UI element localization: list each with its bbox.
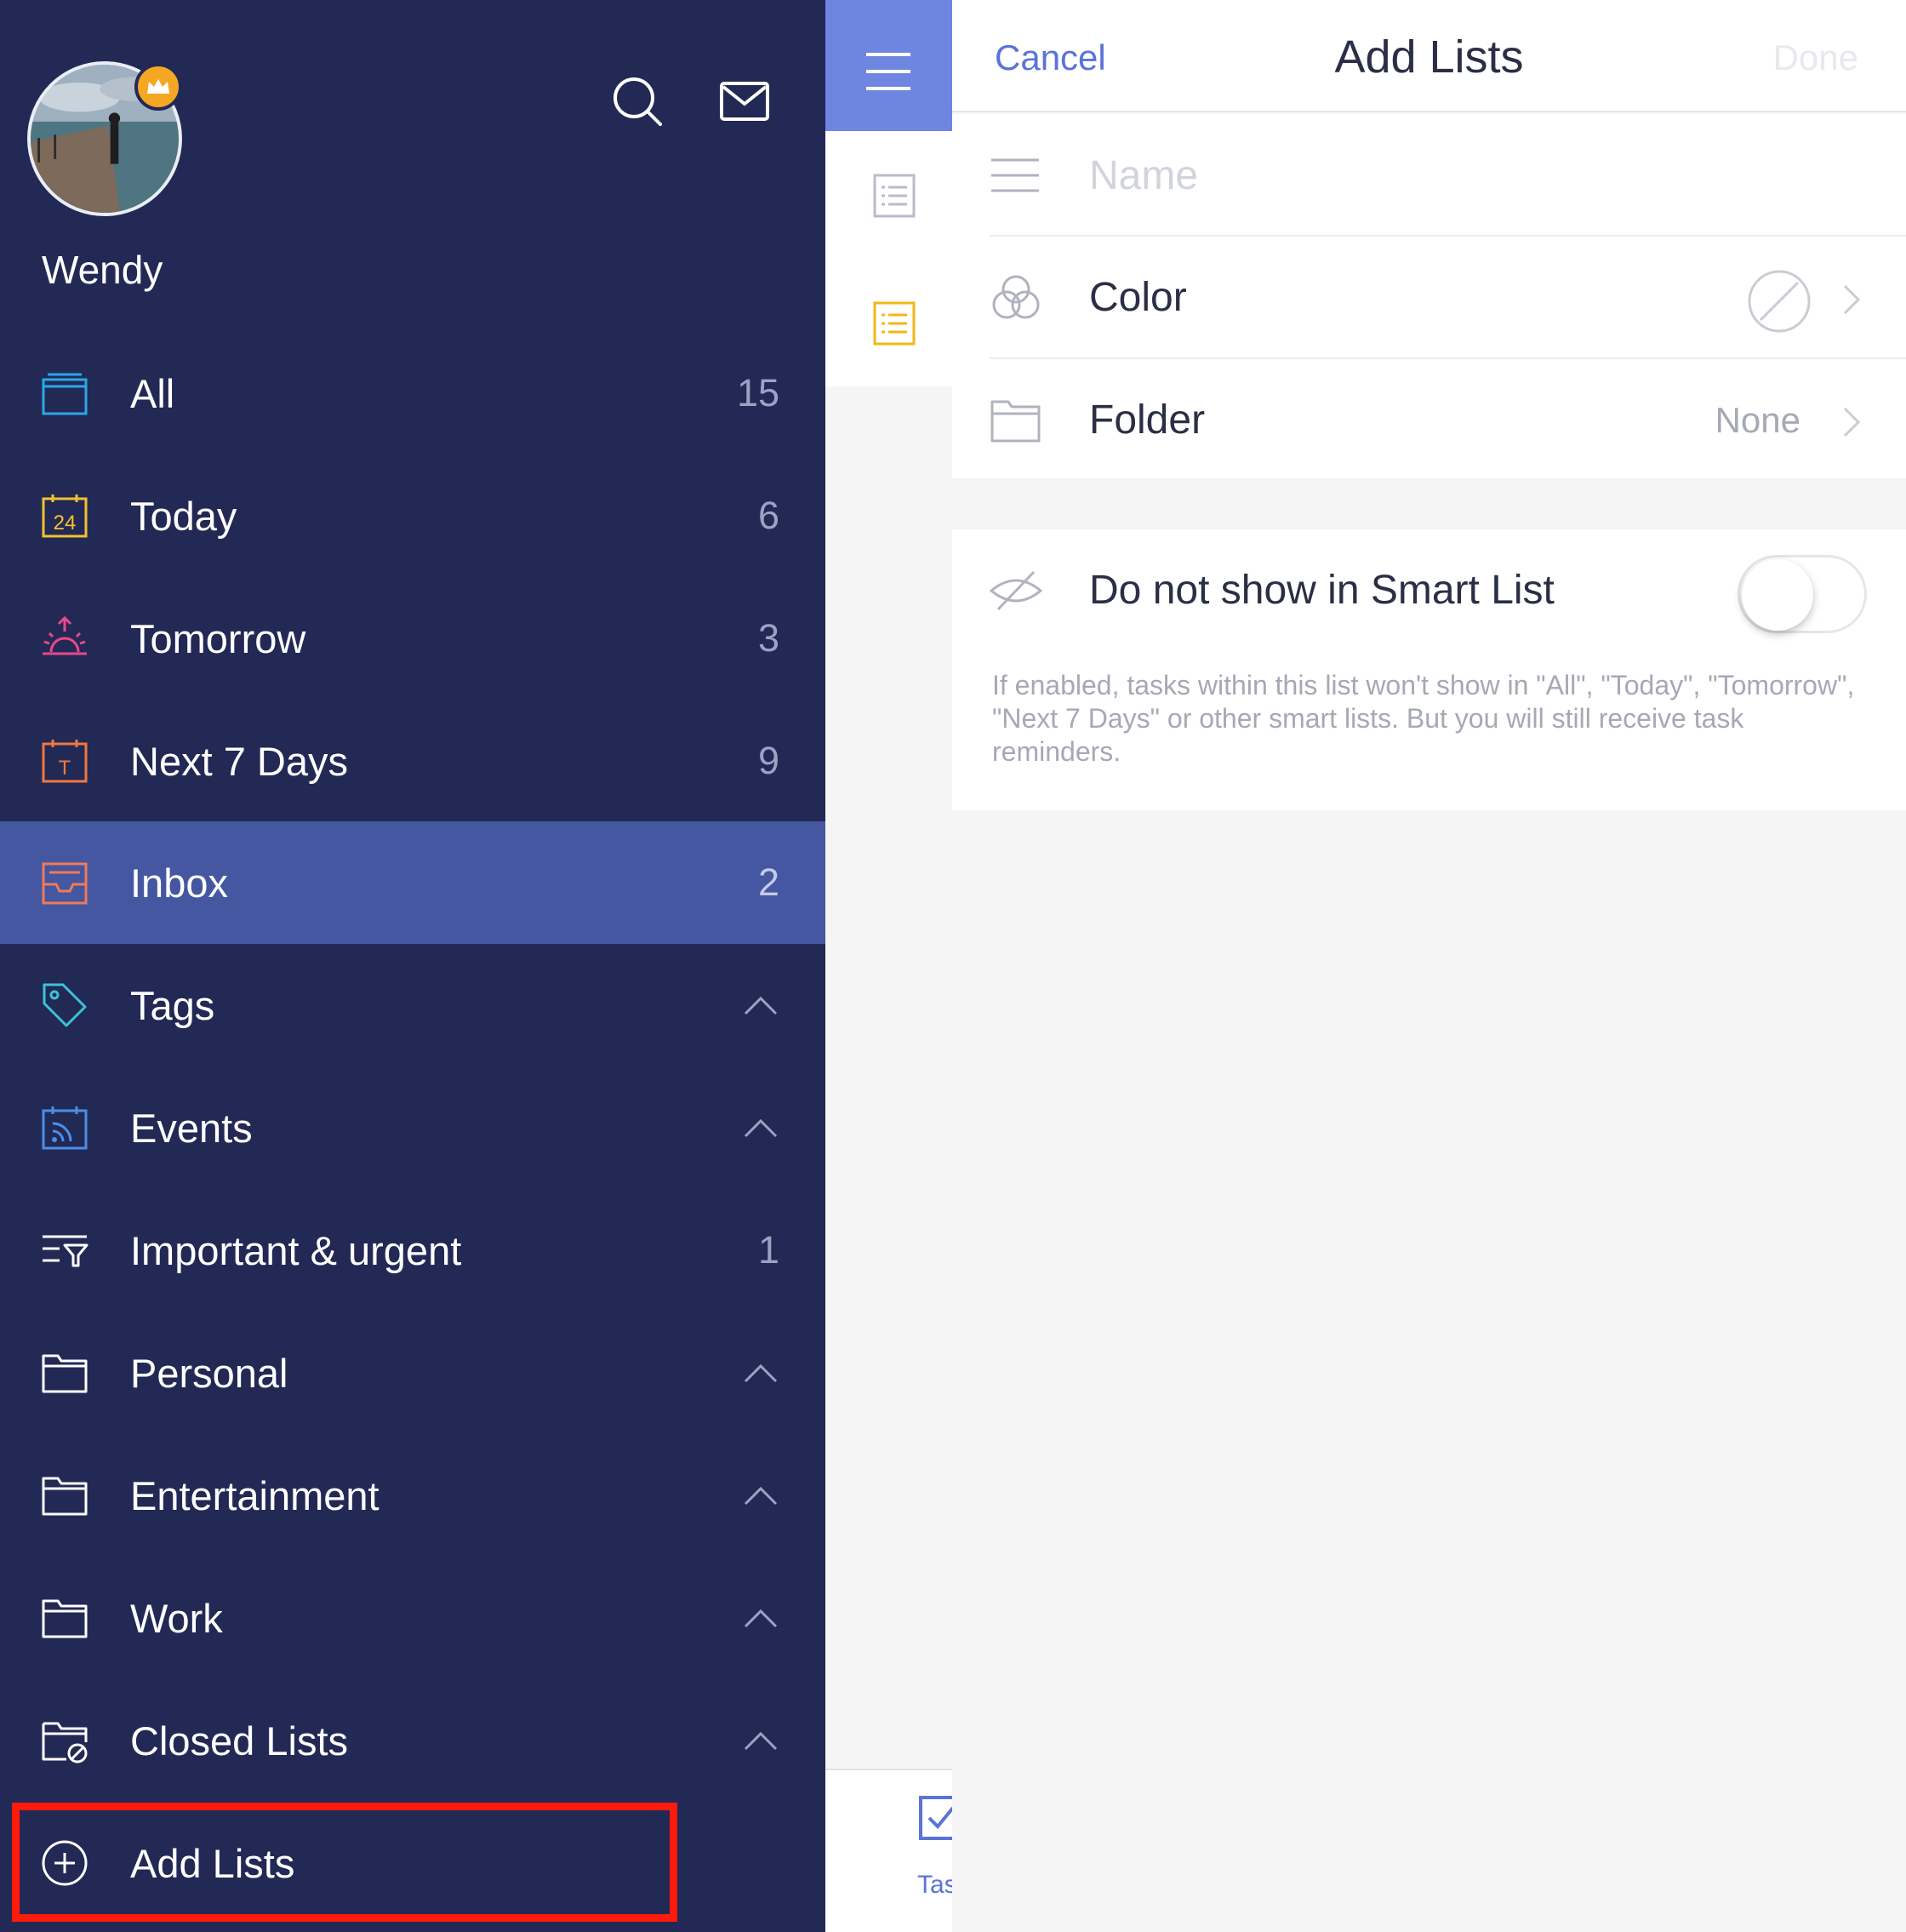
name-row xyxy=(990,114,1906,237)
folder-icon xyxy=(41,1349,88,1397)
nav-item-tomorrow[interactable]: Tomorrow 3 xyxy=(0,577,825,700)
color-circles-icon xyxy=(990,272,1042,323)
color-row[interactable]: Color xyxy=(990,237,1906,359)
add-lists-panel: Add Lists Cancel Done Color xyxy=(952,0,1906,1903)
nav-label: Work xyxy=(130,1595,223,1641)
panel-header: Add Lists Cancel Done xyxy=(952,0,1906,112)
nav-label: Events xyxy=(130,1105,253,1151)
all-lists-icon xyxy=(41,369,88,417)
nav-item-important-urgent[interactable]: Important & urgent 1 xyxy=(0,1189,825,1312)
search-icon[interactable] xyxy=(611,75,664,128)
nav-label: All xyxy=(130,370,175,416)
nav-count: 9 xyxy=(757,739,779,782)
chevron-up-icon[interactable] xyxy=(744,1608,778,1628)
sunrise-icon xyxy=(41,614,88,662)
chevron-up-icon[interactable] xyxy=(744,1730,778,1751)
nav-count: 2 xyxy=(757,860,779,904)
list-icons-area xyxy=(825,131,952,386)
crown-badge-icon xyxy=(134,63,182,111)
chevron-up-icon[interactable] xyxy=(744,995,778,1015)
chevron-right-icon xyxy=(1841,405,1862,439)
week-icon-letter: T xyxy=(59,757,71,780)
closed-folder-icon xyxy=(41,1717,88,1764)
nav-count: 15 xyxy=(736,371,779,414)
highlight-box xyxy=(12,1803,677,1922)
nav-count: 3 xyxy=(757,616,779,660)
list-icon-selected[interactable] xyxy=(873,301,916,346)
folder-value: None xyxy=(1715,400,1800,440)
tag-icon xyxy=(41,981,88,1029)
list-strip: Tas xyxy=(825,0,962,1932)
folder-icon xyxy=(990,395,1042,446)
menu-header xyxy=(825,0,952,131)
smart-list-toggle[interactable] xyxy=(1738,555,1867,633)
nav-item-entertainment[interactable]: Entertainment xyxy=(0,1434,825,1557)
nav-label: Next 7 Days xyxy=(130,738,348,784)
done-button[interactable]: Done xyxy=(1773,37,1858,78)
nav-label: Today xyxy=(130,493,237,539)
eye-hidden-icon xyxy=(990,565,1042,616)
nav-label: Entertainment xyxy=(130,1472,379,1518)
nav-item-all[interactable]: All 15 xyxy=(0,332,825,454)
chevron-right-icon xyxy=(1841,283,1862,317)
lines-icon xyxy=(990,150,1042,201)
chevron-up-icon[interactable] xyxy=(744,1485,778,1506)
nav-label: Inbox xyxy=(130,860,228,906)
today-icon-number: 24 xyxy=(54,512,77,534)
filter-list-icon xyxy=(41,1226,88,1274)
no-color-swatch-icon[interactable] xyxy=(1747,269,1812,334)
nav-item-today[interactable]: 24 Today 6 xyxy=(0,454,825,577)
folder-row[interactable]: Folder None xyxy=(990,359,1906,482)
cancel-button[interactable]: Cancel xyxy=(995,37,1106,78)
calendar-feed-icon xyxy=(41,1104,88,1152)
list-icon[interactable] xyxy=(873,174,916,218)
folder-icon xyxy=(41,1594,88,1642)
nav-item-inbox[interactable]: Inbox 2 xyxy=(0,821,825,944)
smart-list-hint: If enabled, tasks within this list won't… xyxy=(992,670,1855,767)
sidebar: Wendy All 15 24 Today 6 Tomorrow 3 T Nex… xyxy=(0,0,825,1932)
nav-label: Closed Lists xyxy=(130,1718,348,1763)
list-form: Color Folder None xyxy=(952,114,1906,478)
nav-label: Tomorrow xyxy=(130,615,306,661)
nav-label: Important & urgent xyxy=(130,1227,462,1273)
nav-count: 6 xyxy=(757,494,779,537)
nav-item-next-7-days[interactable]: T Next 7 Days 9 xyxy=(0,700,825,822)
smart-list-section: Do not show in Smart List If enabled, ta… xyxy=(952,529,1906,810)
smart-list-label: Do not show in Smart List xyxy=(1089,568,1555,613)
nav-item-work[interactable]: Work xyxy=(0,1557,825,1679)
nav-label: Personal xyxy=(130,1350,288,1396)
calendar-today-icon: 24 xyxy=(41,492,88,540)
folder-icon xyxy=(41,1472,88,1519)
smart-list-row: Do not show in Smart List xyxy=(990,529,1906,652)
chevron-up-icon[interactable] xyxy=(744,1363,778,1383)
folder-label: Folder xyxy=(1089,397,1206,443)
nav-label: Tags xyxy=(130,982,215,1028)
nav-count: 1 xyxy=(757,1228,779,1272)
tab-tasks-label[interactable]: Tas xyxy=(917,1871,952,1900)
nav-item-tags[interactable]: Tags xyxy=(0,944,825,1066)
toggle-knob xyxy=(1742,559,1813,631)
nav-item-closed-lists[interactable]: Closed Lists xyxy=(0,1679,825,1802)
inbox-icon xyxy=(41,859,88,906)
chevron-up-icon[interactable] xyxy=(744,1117,778,1138)
hamburger-menu-icon[interactable] xyxy=(865,51,912,92)
color-label: Color xyxy=(1089,275,1187,320)
calendar-week-icon: T xyxy=(41,737,88,785)
nav-item-personal[interactable]: Personal xyxy=(0,1312,825,1434)
bottom-tab-bar: Tas xyxy=(825,1769,962,1932)
username: Wendy xyxy=(42,248,163,292)
nav-item-events[interactable]: Events xyxy=(0,1066,825,1189)
mail-icon[interactable] xyxy=(718,75,771,128)
name-input[interactable] xyxy=(1089,145,1855,206)
